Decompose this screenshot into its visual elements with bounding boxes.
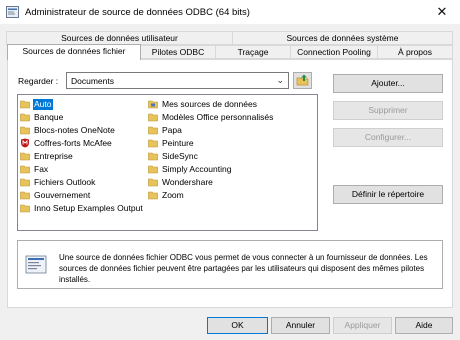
- folder-icon: [20, 165, 30, 174]
- list-item-label: Papa: [162, 125, 182, 135]
- cancel-button[interactable]: Annuler: [271, 317, 330, 334]
- folder-icon: [20, 204, 30, 213]
- tab-system-dsn[interactable]: Sources de données système: [232, 31, 453, 45]
- list-item-label: Mes sources de données: [162, 99, 257, 109]
- folder-up-icon: [296, 74, 309, 86]
- list-item-label: Inno Setup Examples Output: [34, 203, 143, 213]
- look-in-dropdown[interactable]: Documents ⌄: [66, 72, 289, 89]
- tab-label: Traçage: [237, 47, 269, 57]
- list-item-label: Banque: [34, 112, 64, 122]
- list-item-label: SideSync: [162, 151, 198, 161]
- tab-tracing[interactable]: Traçage: [215, 45, 291, 59]
- tab-about[interactable]: À propos: [377, 45, 453, 59]
- file-list[interactable]: Auto Banque Blocs-notes OneNote Coffres-…: [17, 94, 318, 231]
- folder-icon: [148, 126, 158, 135]
- list-item-label: Zoom: [162, 190, 184, 200]
- list-item-label: Wondershare: [162, 177, 213, 187]
- help-button[interactable]: Aide: [395, 317, 453, 334]
- add-button[interactable]: Ajouter...: [333, 74, 443, 93]
- folder-icon: [20, 191, 30, 200]
- folder-icon: [20, 152, 30, 161]
- tab-connection-pooling[interactable]: Connection Pooling: [290, 45, 378, 59]
- title-bar: Administrateur de source de données ODBC…: [0, 0, 460, 24]
- list-item-label: Gouvernement: [34, 190, 91, 200]
- folder-icon: [148, 178, 158, 187]
- list-item-label: Fichiers Outlook: [34, 177, 96, 187]
- odbc-info-icon: [25, 255, 47, 274]
- mcafee-icon: [21, 138, 29, 148]
- list-item-label: Blocs-notes OneNote: [34, 125, 115, 135]
- data-folder-icon: [148, 100, 158, 109]
- info-box: Une source de données fichier ODBC vous …: [17, 240, 443, 289]
- remove-button[interactable]: Supprimer: [333, 101, 443, 120]
- tab-label: À propos: [397, 47, 433, 57]
- tab-file-dsn[interactable]: Sources de données fichier: [7, 44, 141, 60]
- folder-icon: [148, 165, 158, 174]
- folder-icon: [20, 126, 30, 135]
- list-item-label: Simply Accounting: [162, 164, 232, 174]
- ok-button[interactable]: OK: [207, 317, 268, 334]
- tab-label: Pilotes ODBC: [151, 47, 205, 57]
- folder-icon: [148, 113, 158, 122]
- tab-label: Sources de données utilisateur: [61, 33, 178, 43]
- list-item-label: Auto: [33, 99, 53, 110]
- folder-up-button[interactable]: [293, 72, 312, 89]
- window-title: Administrateur de source de données ODBC…: [25, 7, 250, 18]
- tab-user-dsn[interactable]: Sources de données utilisateur: [6, 31, 233, 45]
- folder-icon: [148, 139, 158, 148]
- folder-icon: [20, 100, 30, 109]
- set-directory-button[interactable]: Définir le répertoire: [333, 185, 443, 204]
- odbc-admin-window: Administrateur de source de données ODBC…: [0, 0, 460, 340]
- folder-icon: [148, 152, 158, 161]
- list-item-label: Peinture: [162, 138, 194, 148]
- look-in-label: Regarder :: [18, 76, 59, 86]
- look-in-value: Documents: [71, 76, 114, 86]
- apply-button[interactable]: Appliquer: [333, 317, 392, 334]
- list-item-label: Coffres-forts McAfee: [34, 138, 112, 148]
- tab-label: Sources de données fichier: [22, 46, 126, 56]
- folder-icon: [20, 178, 30, 187]
- tab-label: Sources de données système: [286, 33, 399, 43]
- list-item-label: Entreprise: [34, 151, 73, 161]
- folder-icon: [20, 113, 30, 122]
- close-icon[interactable]: ✕: [424, 0, 460, 24]
- configure-button[interactable]: Configurer...: [333, 128, 443, 147]
- chevron-down-icon[interactable]: ⌄: [276, 75, 284, 86]
- list-item-label: Fax: [34, 164, 49, 174]
- odbc-app-icon: [6, 6, 19, 18]
- tab-odbc-drivers[interactable]: Pilotes ODBC: [140, 45, 216, 59]
- folder-icon: [148, 191, 158, 200]
- list-item-label: Modèles Office personnalisés: [162, 112, 274, 122]
- info-description: Une source de données fichier ODBC vous …: [59, 253, 428, 284]
- tab-label: Connection Pooling: [297, 47, 371, 57]
